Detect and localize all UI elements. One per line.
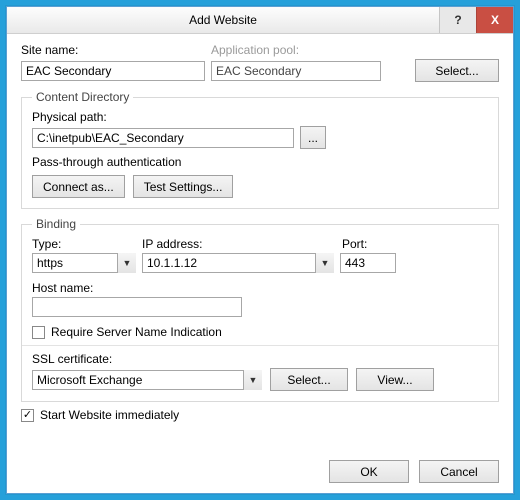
check-icon: ✓: [23, 410, 32, 421]
physical-path-input[interactable]: [32, 128, 294, 148]
ssl-view-button[interactable]: View...: [356, 368, 434, 391]
content-directory-legend: Content Directory: [32, 90, 133, 104]
ssl-certificate-dropdown[interactable]: ▼: [32, 370, 262, 390]
cancel-button[interactable]: Cancel: [419, 460, 499, 483]
ok-button[interactable]: OK: [329, 460, 409, 483]
connect-as-button[interactable]: Connect as...: [32, 175, 125, 198]
start-immediately-checkbox[interactable]: ✓: [21, 409, 34, 422]
host-name-input[interactable]: [32, 297, 242, 317]
titlebar: Add Website ? X: [7, 7, 513, 34]
help-icon: ?: [454, 13, 461, 27]
app-pool-input: [211, 61, 381, 81]
app-pool-label: Application pool:: [211, 43, 401, 57]
ip-address-dropdown[interactable]: ▼: [142, 253, 334, 273]
pass-through-label: Pass-through authentication: [32, 155, 488, 169]
start-immediately-label: Start Website immediately: [40, 408, 179, 422]
type-dropdown[interactable]: ▼: [32, 253, 136, 273]
ip-address-value[interactable]: [142, 253, 334, 273]
help-button[interactable]: ?: [439, 7, 476, 33]
content-directory-group: Content Directory Physical path: ... Pas…: [21, 90, 499, 209]
port-input[interactable]: [340, 253, 396, 273]
host-name-label: Host name:: [32, 281, 488, 295]
close-icon: X: [491, 13, 499, 27]
require-sni-checkbox[interactable]: [32, 326, 45, 339]
binding-legend: Binding: [32, 217, 80, 231]
site-name-label: Site name:: [21, 43, 211, 57]
binding-group: Binding Type: IP address: Port: ▼ ▼ Host…: [21, 217, 499, 402]
site-name-input[interactable]: [21, 61, 205, 81]
type-value[interactable]: [32, 253, 136, 273]
test-settings-button[interactable]: Test Settings...: [133, 175, 234, 198]
require-sni-label: Require Server Name Indication: [51, 325, 222, 339]
browse-path-button[interactable]: ...: [300, 126, 326, 149]
window-title: Add Website: [7, 13, 439, 27]
ip-address-label: IP address:: [142, 237, 342, 251]
port-label: Port:: [342, 237, 367, 251]
ssl-select-button[interactable]: Select...: [270, 368, 348, 391]
type-label: Type:: [32, 237, 142, 251]
ssl-certificate-label: SSL certificate:: [32, 352, 488, 366]
physical-path-label: Physical path:: [32, 110, 488, 124]
close-button[interactable]: X: [476, 7, 513, 33]
add-website-dialog: Add Website ? X Site name: Application p…: [6, 6, 514, 494]
app-pool-select-button[interactable]: Select...: [415, 59, 499, 82]
ssl-certificate-value[interactable]: [32, 370, 262, 390]
